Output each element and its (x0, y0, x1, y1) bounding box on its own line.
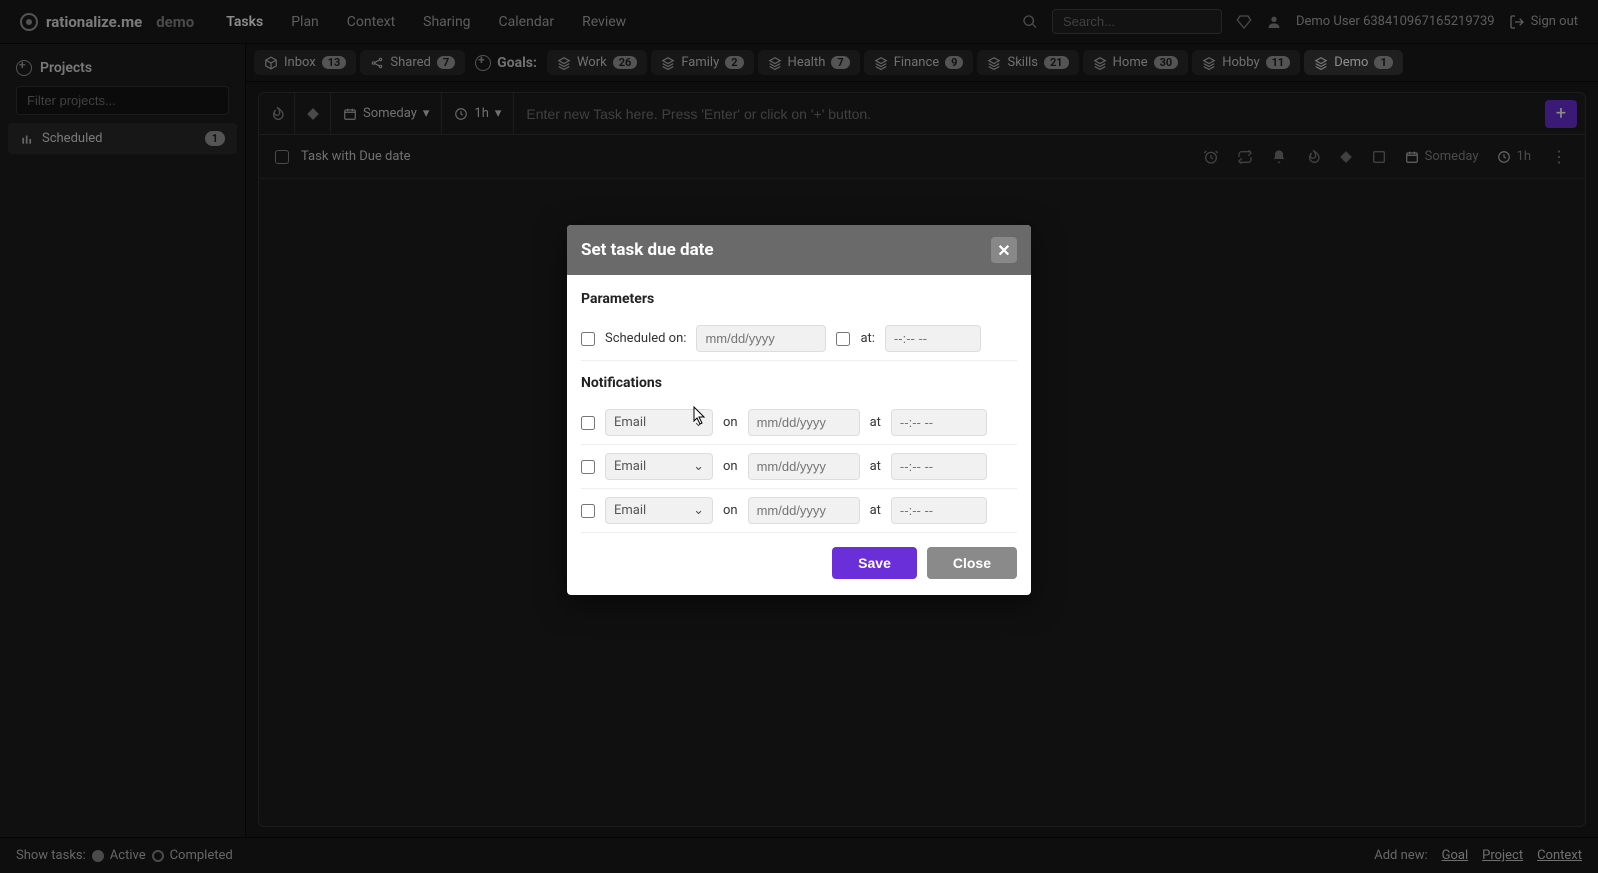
close-button[interactable]: Close (927, 547, 1017, 579)
at-checkbox[interactable] (836, 332, 850, 346)
modal-body: Parameters Scheduled on: at: Notificatio… (567, 275, 1031, 595)
on-label: on (723, 459, 738, 474)
at-label: at (870, 415, 881, 430)
modal-footer: Save Close (581, 533, 1017, 579)
notif2-channel-label: Email (614, 459, 646, 474)
modal-overlay: Set task due date ✕ Parameters Scheduled… (0, 0, 1598, 873)
chevron-down-icon: ⌄ (693, 415, 704, 430)
due-date-modal: Set task due date ✕ Parameters Scheduled… (567, 225, 1031, 595)
notifications-heading: Notifications (581, 375, 1017, 391)
notif2-channel-select[interactable]: Email ⌄ (605, 453, 713, 480)
at-label: at (870, 503, 881, 518)
modal-header: Set task due date ✕ (567, 225, 1031, 275)
notif1-date-input[interactable] (748, 409, 860, 436)
close-icon[interactable]: ✕ (991, 237, 1017, 263)
notif2-time-input[interactable] (891, 453, 987, 480)
scheduled-label: Scheduled on: (605, 331, 686, 346)
scheduled-time-input[interactable] (885, 325, 981, 352)
chevron-down-icon: ⌄ (693, 503, 704, 518)
notif1-checkbox[interactable] (581, 416, 595, 430)
scheduled-row: Scheduled on: at: (581, 317, 1017, 361)
chevron-down-icon: ⌄ (693, 459, 704, 474)
notif3-time-input[interactable] (891, 497, 987, 524)
notif2-checkbox[interactable] (581, 460, 595, 474)
scheduled-checkbox[interactable] (581, 332, 595, 346)
notification-row-1: Email ⌄ on at (581, 401, 1017, 445)
notif3-date-input[interactable] (748, 497, 860, 524)
on-label: on (723, 503, 738, 518)
save-button[interactable]: Save (832, 547, 917, 579)
notif2-date-input[interactable] (748, 453, 860, 480)
notification-row-2: Email ⌄ on at (581, 445, 1017, 489)
parameters-heading: Parameters (581, 291, 1017, 307)
notif3-channel-select[interactable]: Email ⌄ (605, 497, 713, 524)
notif1-channel-select[interactable]: Email ⌄ (605, 409, 713, 436)
modal-title: Set task due date (581, 240, 714, 260)
on-label: on (723, 415, 738, 430)
notif3-channel-label: Email (614, 503, 646, 518)
at-label: at (870, 459, 881, 474)
scheduled-date-input[interactable] (696, 325, 826, 352)
notification-row-3: Email ⌄ on at (581, 489, 1017, 533)
at-label: at: (860, 331, 874, 346)
notif3-checkbox[interactable] (581, 504, 595, 518)
notif1-time-input[interactable] (891, 409, 987, 436)
notif1-channel-label: Email (614, 415, 646, 430)
